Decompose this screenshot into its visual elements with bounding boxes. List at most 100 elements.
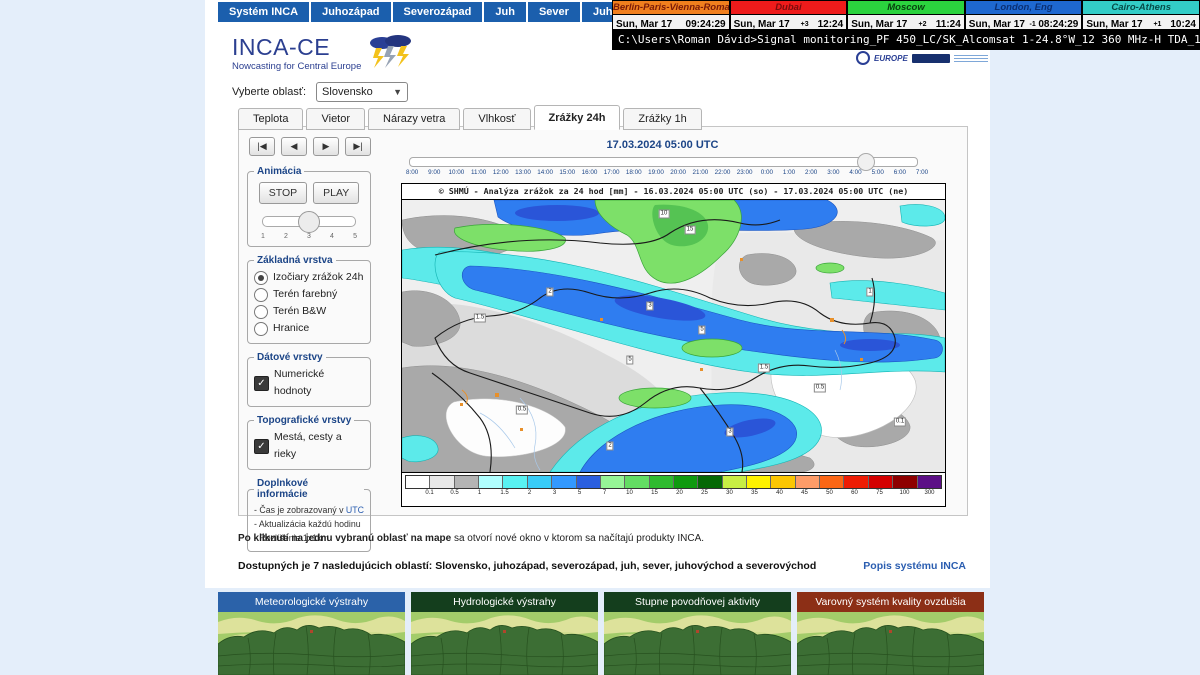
skip-end-button[interactable]: ▶|	[345, 137, 371, 156]
inca-description-link[interactable]: Popis systému INCA	[863, 560, 966, 572]
legend-value-label: 7	[592, 490, 617, 496]
step-back-button[interactable]: ◀	[281, 137, 307, 156]
clock-utc-offset: -1	[1030, 21, 1036, 28]
speed-slider-thumb[interactable]	[298, 211, 320, 233]
time-slider[interactable]	[409, 157, 918, 167]
legend-color-cell	[503, 476, 527, 488]
step-forward-button[interactable]: ▶	[313, 137, 339, 156]
checkbox-checked-icon	[254, 376, 269, 391]
legend-value-label: 45	[792, 490, 817, 496]
product-tab[interactable]: Vietor	[306, 108, 365, 130]
nav-item[interactable]: Severozápad	[393, 2, 483, 22]
stop-button[interactable]: STOP	[259, 182, 307, 204]
clock-time: 11:24	[936, 19, 961, 30]
speed-scale-number: 1	[261, 233, 265, 240]
play-button[interactable]: PLAY	[313, 182, 359, 204]
time-tick-label: 10:00	[445, 169, 467, 176]
legend-color-cell	[601, 476, 625, 488]
time-tick-label: 22:00	[711, 169, 733, 176]
radio-icon	[254, 305, 268, 319]
contour-value-label: 0.1	[894, 418, 906, 427]
contour-value-label: 5	[626, 356, 633, 365]
base-layer-radio[interactable]: Terén farebný	[254, 286, 364, 303]
region-selector-row: Vyberte oblasť: Slovensko ▼	[232, 82, 408, 102]
time-tick-label: 23:00	[734, 169, 756, 176]
numeric-values-checkbox[interactable]: Numerické hodnoty	[254, 366, 364, 400]
contour-value-label: 2	[606, 442, 613, 451]
time-tick-label: 11:00	[468, 169, 490, 176]
time-tick-label: 2:00	[800, 169, 822, 176]
animation-legend: Animácia	[254, 166, 304, 177]
legend-value-label: 1.5	[492, 490, 517, 496]
clock-date: Sun, Mar 17	[1086, 19, 1142, 30]
cities-roads-checkbox[interactable]: Mestá, cesty a rieky	[254, 429, 364, 463]
clock-time: 08:24:29	[1038, 19, 1078, 30]
europe-stars-icon	[856, 51, 870, 65]
region-select-value: Slovensko	[322, 86, 373, 98]
nav-item[interactable]: Sever	[528, 2, 580, 22]
contour-value-label: 0.5	[516, 406, 528, 415]
precipitation-map[interactable]: © SHMÚ - Analýza zrážok za 24 hod [mm] -…	[401, 183, 946, 507]
legend-value-label: 100	[892, 490, 917, 496]
clock-city-name: Moscow	[848, 1, 964, 15]
product-tab[interactable]: Zrážky 24h	[534, 105, 621, 130]
legend-value-label: 35	[742, 490, 767, 496]
warning-panel[interactable]: Hydrologické výstrahy	[411, 592, 598, 675]
nav-item[interactable]: Juh	[484, 2, 526, 22]
legend-value-label: 15	[642, 490, 667, 496]
time-tick-label: 13:00	[512, 169, 534, 176]
time-tick-label: 7:00	[911, 169, 933, 176]
product-tab[interactable]: Nárazy vetra	[368, 108, 460, 130]
legend-color-cell	[893, 476, 917, 488]
utc-link[interactable]: UTC	[346, 505, 364, 515]
partner-logos: EUROPE	[856, 51, 988, 65]
info-line: - Aktualizácia každú hodinu	[254, 517, 364, 531]
map-image[interactable]: 101521.53511.50.50.1320.55	[402, 200, 945, 472]
product-tab[interactable]: Zrážky 1h	[623, 108, 701, 130]
legend-value-label: 20	[667, 490, 692, 496]
cloud-lightning-icon	[367, 34, 419, 75]
speed-scale-number: 4	[330, 233, 334, 240]
product-tab[interactable]: Vlhkosť	[463, 108, 530, 130]
legend-value-label: 10	[617, 490, 642, 496]
warning-panel[interactable]: Meteorologické výstrahy	[218, 592, 405, 675]
contour-value-label: 5	[698, 326, 705, 335]
time-tick-label: 17:00	[601, 169, 623, 176]
base-layer-radio[interactable]: Izočiary zrážok 24h	[254, 269, 364, 286]
legend-color-cell	[869, 476, 893, 488]
nav-item[interactable]: Systém INCA	[218, 2, 309, 22]
speed-slider[interactable]	[262, 216, 356, 227]
regions-list-text: Dostupných je 7 nasledujúcich oblastí: S…	[238, 560, 816, 572]
legend-color-cell	[918, 476, 941, 488]
time-tick-label: 14:00	[534, 169, 556, 176]
warning-panel-title: Meteorologické výstrahy	[218, 592, 405, 612]
legend-color-cell	[625, 476, 649, 488]
base-layer-radio[interactable]: Terén B&W	[254, 303, 364, 320]
legend-value-label: 60	[842, 490, 867, 496]
radio-icon	[254, 322, 268, 336]
warning-panel[interactable]: Varovný systém kvality ovzdušia	[797, 592, 984, 675]
clock-city-name: Dubai	[731, 1, 847, 15]
region-select[interactable]: Slovensko ▼	[316, 82, 408, 102]
legend-color-cell	[430, 476, 454, 488]
legend-color-cell	[698, 476, 722, 488]
warning-panel[interactable]: Stupne povodňovej aktivity	[604, 592, 791, 675]
contour-value-label: 3	[726, 428, 733, 437]
nav-item[interactable]: Juhozápad	[311, 2, 390, 22]
legend-color-cell	[747, 476, 771, 488]
site-logo: INCA-CE Nowcasting for Central Europe	[232, 34, 419, 75]
terminal-command-line[interactable]: C:\Users\Roman Dávid>Signal monitoring_P…	[612, 29, 1200, 50]
base-layer-radio[interactable]: Hranice	[254, 320, 364, 337]
legend-value-label: 2	[517, 490, 542, 496]
clock-city-name: Berlin-Paris-Vienna-Roma	[613, 1, 729, 15]
radio-icon	[254, 288, 268, 302]
legend-color-cell	[674, 476, 698, 488]
product-tab[interactable]: Teplota	[238, 108, 303, 130]
time-tick-label: 20:00	[667, 169, 689, 176]
radio-label: Hranice	[273, 320, 309, 337]
legend-color-cell	[820, 476, 844, 488]
slovakia-map-thumbnail	[604, 612, 791, 675]
skip-start-button[interactable]: |◀	[249, 137, 275, 156]
radio-label: Izočiary zrážok 24h	[273, 269, 363, 286]
checkbox-checked-icon	[254, 439, 269, 454]
